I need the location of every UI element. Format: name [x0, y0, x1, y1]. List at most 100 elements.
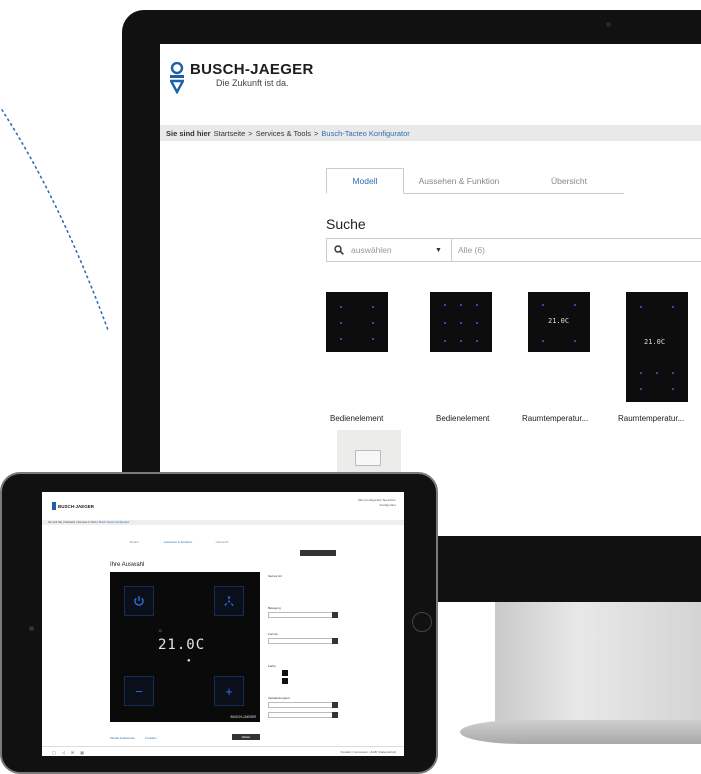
breadcrumb-item-services[interactable]: Services & Tools: [256, 129, 311, 138]
footer-link-contact[interactable]: Kontakt: [341, 750, 351, 754]
model-select[interactable]: auswählen: [351, 245, 435, 255]
share-icon[interactable]: ◁: [62, 750, 65, 755]
breadcrumb-separator: >: [314, 128, 319, 138]
configurator-label: Konfigurator: [379, 503, 396, 507]
product-label[interactable]: Bedienelement: [436, 414, 489, 423]
configurator-tabs: Modell Aussehen & Funktion Übersicht: [326, 168, 624, 194]
tablet-links: Modell ausblenden Funktion: [110, 736, 157, 740]
product-image: 21.0C: [528, 292, 590, 352]
tab-uebersicht[interactable]: Übersicht: [514, 168, 624, 194]
color-label: Farbe: [268, 664, 276, 668]
next-button[interactable]: Weiter: [232, 734, 260, 740]
monitor-screen: BUSCH-JAEGER Die Zukunft ist da. Sie sin…: [160, 44, 701, 536]
lock-icon: ●: [187, 658, 191, 664]
wiring-dropdown[interactable]: [268, 702, 338, 708]
breadcrumb-item-configurator[interactable]: Busch-Tacteo Konfigurator: [99, 521, 130, 524]
tablet-brand: BUSCH-JAEGER: [58, 503, 95, 509]
tablet-footer: ▢ ◁ ✉ ▦ Kontakt | Impressum | AGB | Date…: [42, 746, 404, 756]
search-title: Suche: [326, 216, 366, 232]
sun-icon: ☼: [158, 628, 163, 634]
breadcrumb-lead: Sie sind hier: [48, 521, 63, 524]
footer-link-privacy[interactable]: Datenschutz: [379, 750, 396, 754]
assignment-label: Belegung: [268, 606, 281, 610]
tablet-top-links: Mein Konfigurator Speichern Konfigurator: [358, 498, 396, 508]
tablet-camera-icon: [29, 626, 34, 631]
printer-icon[interactable]: ▢: [52, 750, 56, 755]
product-label[interactable]: Bedienelement: [330, 414, 383, 423]
format-label: Format: [268, 632, 278, 636]
monitor-stand-base: [460, 720, 701, 744]
tablet-screen: BUSCH-JAEGER Mein Konfigurator Speichern…: [42, 492, 404, 756]
breadcrumb-lead: Sie sind hier: [166, 128, 211, 138]
selection-title: Ihre Auswahl: [110, 562, 145, 568]
product-label[interactable]: Raumtemperatur...: [522, 414, 588, 423]
filter-all[interactable]: Alle (6): [458, 245, 485, 255]
product-card[interactable]: [430, 292, 492, 352]
product-image: 21.0C: [626, 292, 688, 402]
tab-modell[interactable]: Modell: [326, 168, 404, 194]
breadcrumb-item-configurator[interactable]: Busch-Tacteo Konfigurator: [321, 129, 409, 138]
search-icon[interactable]: [327, 245, 351, 255]
product-label[interactable]: Raumtemperatur...: [618, 414, 684, 423]
breadcrumb-item-home[interactable]: Startseite: [214, 129, 246, 138]
tab-aussehen-funktion[interactable]: Aussehen & Funktion: [156, 540, 200, 544]
plus-button[interactable]: +: [214, 676, 244, 706]
product-card[interactable]: 21.0C: [528, 292, 590, 352]
power-icon: [134, 596, 144, 606]
busch-jaeger-logo-icon[interactable]: [170, 62, 184, 94]
temperature-readout: 21.0C: [644, 338, 666, 346]
panel-brand: BUSCH-JAEGER: [230, 715, 256, 719]
breadcrumb-item-services[interactable]: Services & Tools: [78, 521, 97, 524]
wiring-label: Verkabelungsart: [268, 696, 290, 700]
footer-link-agb[interactable]: AGB: [371, 750, 377, 754]
product-image: [326, 292, 388, 352]
switch-image: [355, 450, 381, 466]
brand-slogan: Die Zukunft ist da.: [216, 78, 289, 88]
product-card[interactable]: 21.0C: [626, 292, 688, 402]
my-configurator-link[interactable]: Mein Konfigurator: [358, 498, 382, 502]
home-button[interactable]: [412, 612, 432, 632]
breadcrumb: Sie sind hier Startseite > Services & To…: [160, 125, 701, 141]
search-bar: auswählen ▼ Alle (6): [326, 238, 701, 262]
power-button[interactable]: [124, 586, 154, 616]
monitor-stand: [495, 602, 701, 732]
fan-icon: [224, 596, 234, 607]
sensor-type-label: Sensor Art: [268, 574, 283, 578]
color-swatch-black[interactable]: [282, 670, 288, 676]
product-image: [430, 292, 492, 352]
wiring-variant-dropdown[interactable]: [268, 712, 338, 718]
switch-preview: ☼ 21.0C ● − + BUSCH-JAEGER: [110, 572, 260, 722]
minus-icon: −: [135, 683, 143, 699]
product-card[interactable]: [326, 292, 388, 352]
brand-name: BUSCH-JAEGER: [190, 61, 314, 78]
tab-aussehen-funktion[interactable]: Aussehen & Funktion: [404, 168, 514, 194]
temperature-display: 21.0C: [158, 637, 206, 653]
temperature-readout: 21.0C: [548, 317, 570, 325]
busch-jaeger-logo-icon: [52, 502, 56, 510]
tablet-logo[interactable]: BUSCH-JAEGER: [52, 502, 94, 510]
grid-icon[interactable]: ▦: [80, 750, 84, 755]
divider: [451, 238, 452, 262]
breadcrumb-item-home[interactable]: Startseite: [64, 521, 75, 524]
chevron-down-icon[interactable]: ▼: [435, 247, 445, 254]
footer-icons: ▢ ◁ ✉ ▦: [52, 750, 84, 755]
tablet-breadcrumb: Sie sind hier | Startseite | Services & …: [42, 520, 404, 525]
tab-uebersicht[interactable]: Übersicht: [200, 540, 244, 544]
plus-icon: +: [225, 683, 233, 699]
assignment-dropdown[interactable]: [268, 612, 338, 618]
footer-link-imprint[interactable]: Impressum: [353, 750, 368, 754]
site-header: BUSCH-JAEGER Die Zukunft ist da.: [170, 62, 314, 94]
view-toolbar[interactable]: [300, 550, 336, 556]
camera-icon: [606, 22, 611, 27]
save-link[interactable]: Speichern: [382, 498, 396, 502]
format-dropdown[interactable]: [268, 638, 338, 644]
tab-modell[interactable]: Modell: [112, 540, 156, 544]
mail-icon[interactable]: ✉: [71, 750, 74, 755]
minus-button[interactable]: −: [124, 676, 154, 706]
decorative-dotted-line: [1, 109, 109, 331]
color-swatch-black[interactable]: [282, 678, 288, 684]
breadcrumb-separator: >: [248, 128, 253, 138]
fan-button[interactable]: [214, 586, 244, 616]
function-link[interactable]: Funktion: [145, 736, 157, 740]
hide-model-link[interactable]: Modell ausblenden: [110, 736, 135, 740]
